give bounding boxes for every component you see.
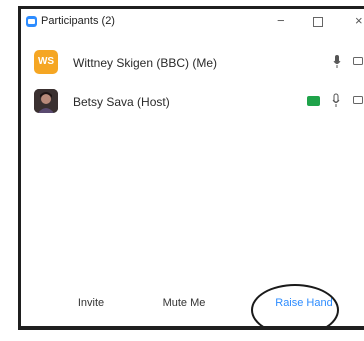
avatar-photo-icon bbox=[34, 89, 58, 113]
mic-icon[interactable] bbox=[333, 54, 341, 70]
participant-row[interactable]: WS Wittney Skigen (BBC) (Me) bbox=[21, 49, 364, 79]
maximize-button[interactable] bbox=[313, 13, 323, 31]
avatar: WS bbox=[34, 50, 58, 74]
participant-row[interactable]: Betsy Sava (Host) bbox=[21, 88, 364, 118]
raise-hand-button[interactable]: Raise Hand bbox=[261, 290, 347, 316]
close-button[interactable]: × bbox=[355, 13, 363, 29]
video-icon[interactable] bbox=[353, 96, 363, 104]
zoom-app-icon bbox=[26, 16, 37, 27]
participant-name: Betsy Sava (Host) bbox=[73, 95, 170, 109]
invite-button[interactable]: Invite bbox=[61, 290, 121, 316]
footer-toolbar: Invite Mute Me Raise Hand bbox=[21, 274, 364, 326]
minimize-button[interactable]: − bbox=[277, 13, 285, 29]
mic-icon[interactable] bbox=[332, 93, 340, 109]
screen-share-icon[interactable] bbox=[307, 96, 320, 106]
video-icon[interactable] bbox=[353, 57, 363, 65]
participants-window: Participants (2) − × WS Wittney Skigen (… bbox=[18, 6, 364, 330]
maximize-icon bbox=[313, 17, 323, 27]
mute-me-button[interactable]: Mute Me bbox=[149, 290, 219, 316]
title-bar: Participants (2) − × bbox=[21, 9, 364, 35]
window-title: Participants (2) bbox=[41, 15, 115, 27]
participant-name: Wittney Skigen (BBC) (Me) bbox=[73, 56, 218, 70]
avatar bbox=[34, 89, 58, 113]
